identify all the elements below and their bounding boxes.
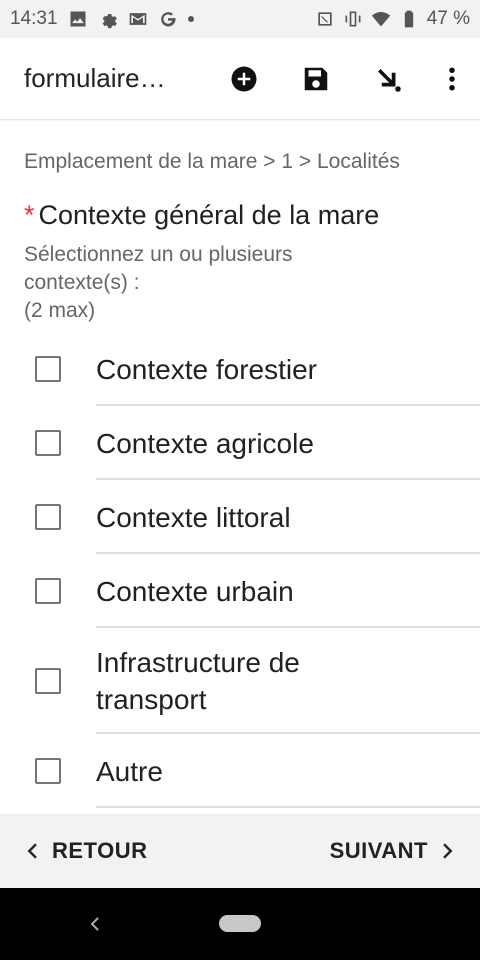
- checkbox[interactable]: [35, 758, 61, 784]
- go-to-prompt-button[interactable]: [352, 43, 424, 115]
- system-back-button[interactable]: [84, 912, 106, 936]
- checkbox-list: Contexte forestier Contexte agricole Con…: [0, 332, 480, 808]
- system-back-icon: [90, 917, 99, 931]
- status-time: 14:31: [10, 8, 58, 29]
- chevron-right-icon: [443, 843, 453, 859]
- app-actions: [208, 43, 480, 115]
- dot-icon: [187, 16, 194, 22]
- option-contexte-urbain[interactable]: Contexte urbain: [0, 554, 480, 628]
- form-content[interactable]: Emplacement de la mare > 1 > Localités *…: [0, 120, 480, 814]
- checkbox[interactable]: [35, 668, 61, 694]
- option-label: Infrastructure de transport: [96, 647, 300, 715]
- option-label: Autre: [96, 755, 163, 787]
- more-vert-icon: [449, 67, 455, 90]
- option-label: Contexte forestier: [96, 353, 317, 385]
- battery-icon: [399, 9, 419, 29]
- question-hint: Sélectionnez un ou plusieurs contexte(s)…: [24, 241, 444, 325]
- google-icon: [158, 9, 178, 29]
- bottom-navigation: RETOUR SUIVANT: [0, 814, 480, 888]
- app-title: formulaire…: [24, 63, 166, 93]
- back-button[interactable]: RETOUR: [24, 838, 148, 864]
- gmail-icon: [128, 9, 148, 29]
- option-label: Contexte agricole: [96, 427, 314, 459]
- save-button[interactable]: [280, 43, 352, 115]
- question-text: Contexte général de la mare: [38, 200, 380, 230]
- hint-line: (2 max): [24, 299, 96, 322]
- back-label: RETOUR: [52, 838, 148, 863]
- question-label: * Contexte général de la mare: [24, 200, 379, 231]
- status-bar: 14:31 47 %: [0, 0, 480, 38]
- required-marker: *: [24, 200, 35, 230]
- next-button[interactable]: SUIVANT: [330, 838, 456, 864]
- system-navigation-bar: [0, 888, 480, 960]
- chevron-left-icon: [27, 843, 37, 859]
- wifi-icon: [371, 9, 391, 29]
- checkbox[interactable]: [35, 356, 61, 382]
- option-autre[interactable]: Autre: [0, 734, 480, 808]
- option-infrastructure-de-transport[interactable]: Infrastructure de transport: [0, 628, 480, 734]
- add-circle-icon: [231, 66, 257, 91]
- settings-icon: [98, 9, 118, 29]
- overflow-menu-button[interactable]: [424, 43, 480, 115]
- option-label: Contexte littoral: [96, 501, 291, 533]
- checkbox[interactable]: [35, 430, 61, 456]
- option-contexte-agricole[interactable]: Contexte agricole: [0, 406, 480, 480]
- checkbox[interactable]: [35, 578, 61, 604]
- add-repeat-button[interactable]: [208, 43, 280, 115]
- battery-level: 47 %: [426, 8, 470, 29]
- nfc-icon: [315, 9, 335, 29]
- hint-line: contexte(s) :: [24, 271, 140, 294]
- hint-line: Sélectionnez un ou plusieurs: [24, 243, 293, 266]
- system-home-button[interactable]: [219, 915, 261, 932]
- option-label: Contexte urbain: [96, 575, 294, 607]
- image-icon: [68, 9, 88, 29]
- breadcrumb: Emplacement de la mare > 1 > Localités: [24, 150, 400, 173]
- app-bar: formulaire…: [0, 38, 480, 120]
- option-contexte-littoral[interactable]: Contexte littoral: [0, 480, 480, 554]
- save-icon: [304, 67, 328, 90]
- next-label: SUIVANT: [329, 838, 428, 863]
- divider: [96, 806, 480, 808]
- checkbox[interactable]: [35, 504, 61, 530]
- option-contexte-forestier[interactable]: Contexte forestier: [0, 332, 480, 406]
- vibrate-icon: [343, 9, 363, 29]
- go-to-icon: [378, 68, 401, 92]
